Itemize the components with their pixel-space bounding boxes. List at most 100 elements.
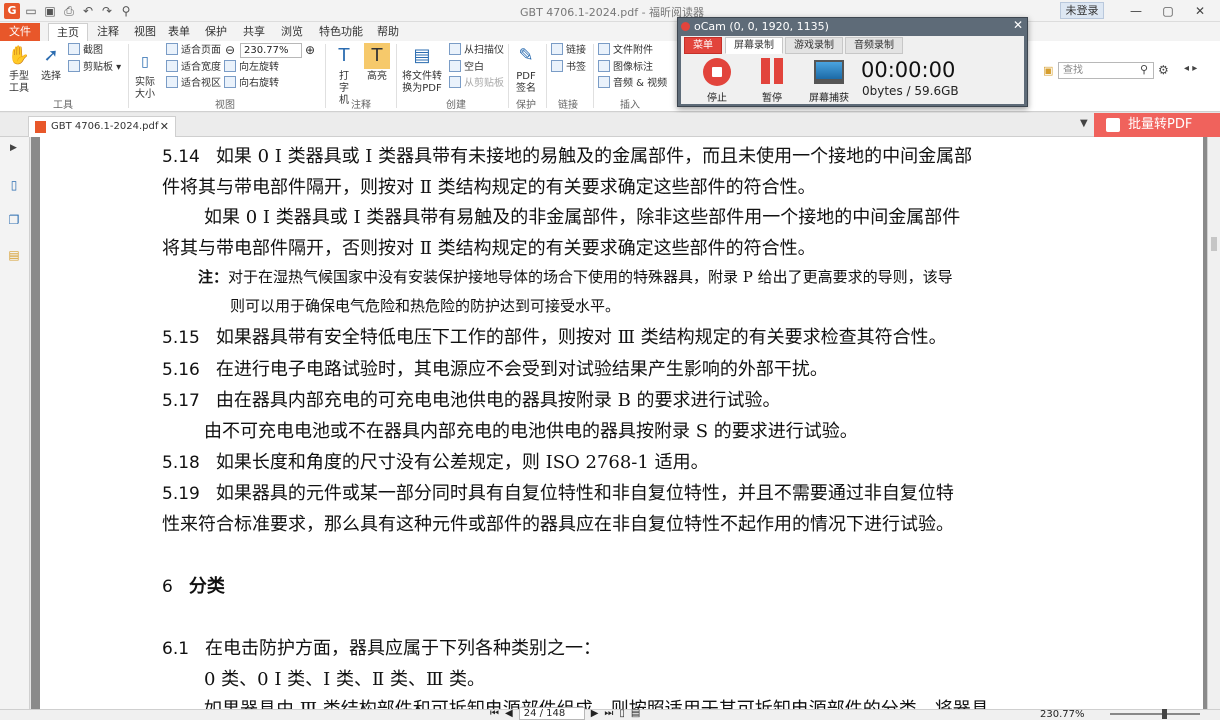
tab-list-dropdown-icon[interactable]: ▼ — [1080, 118, 1088, 129]
tab-features[interactable]: 特色功能 — [314, 23, 368, 41]
text-line: 5.18 如果长度和角度的尺寸没有公差规定，则 ISO 2768-1 适用。 — [162, 452, 709, 473]
batch-convert-icon — [1106, 118, 1120, 132]
save-icon[interactable]: ▣ — [42, 3, 58, 19]
zoom-out-icon[interactable]: ⊖ — [225, 43, 235, 58]
tab-view[interactable]: 视图 — [130, 23, 160, 41]
continuous-page-icon[interactable]: ▤ — [631, 708, 640, 719]
maximize-icon[interactable]: ▢ — [1152, 1, 1184, 21]
select-tool-button[interactable]: ➚ 选择 — [38, 43, 64, 83]
snapshot-button[interactable]: 截图 — [68, 43, 103, 58]
file-attachment-button[interactable]: 文件附件 — [598, 43, 653, 58]
tab-help[interactable]: 帮助 — [372, 23, 404, 41]
tab-protect[interactable]: 保护 — [200, 23, 232, 41]
tab-share[interactable]: 共享 — [238, 23, 270, 41]
ocam-tab-menu[interactable]: 菜单 — [684, 37, 722, 54]
cursor-icon: ➚ — [43, 45, 59, 66]
ocam-tab-audio-record[interactable]: 音频录制 — [845, 37, 903, 54]
status-bar: ⏮ ◀ 24 / 148 ▶ ⏭ ▯ ▤ 230.77% — [0, 707, 1220, 720]
prev-page-icon[interactable]: ◀ — [505, 708, 513, 719]
clipboard-paste-icon — [449, 76, 461, 88]
ocam-tab-screen-record[interactable]: 屏幕录制 — [725, 37, 783, 54]
link-button[interactable]: 链接 — [551, 43, 586, 58]
status-zoom-level[interactable]: 230.77% — [1040, 709, 1085, 720]
gear-icon[interactable]: ⚙ — [1158, 63, 1169, 77]
fit-width-icon — [166, 60, 178, 72]
from-clipboard-button[interactable]: 从剪贴板 — [449, 76, 504, 91]
fit-width-button[interactable]: 适合宽度 — [166, 60, 221, 75]
section-heading: 6 分类 — [162, 576, 225, 597]
typewriter-icon: T — [338, 45, 350, 66]
ocam-logo-icon — [681, 22, 690, 31]
tab-browse[interactable]: 浏览 — [276, 23, 308, 41]
bookmark-panel-icon[interactable]: ▯ — [6, 177, 22, 193]
clipboard-button[interactable]: 剪贴板 ▾ — [68, 60, 121, 75]
redo-icon[interactable]: ↷ — [99, 3, 115, 19]
rotate-right-button[interactable]: 向右旋转 — [224, 76, 279, 91]
ocam-tab-game-record[interactable]: 游戏录制 — [785, 37, 843, 54]
zoom-slider[interactable] — [1110, 709, 1200, 719]
ocam-pause-button[interactable]: 暂停 — [752, 58, 792, 104]
ribbon-collapse-icon[interactable]: ◂ ▸ — [1184, 63, 1197, 74]
fit-page-button[interactable]: 适合页面 — [166, 43, 221, 58]
stamp-icon[interactable]: ⚲ — [118, 3, 134, 19]
open-icon[interactable]: ▭ — [23, 3, 39, 19]
vertical-scrollbar[interactable] — [1207, 137, 1220, 709]
ocam-close-icon[interactable]: ✕ — [1013, 18, 1023, 32]
page-number-input[interactable]: 24 / 148 — [518, 707, 585, 720]
comments-panel-icon[interactable]: ▤ — [6, 247, 22, 263]
single-page-icon[interactable]: ▯ — [619, 708, 625, 719]
bookmark-button[interactable]: 书签 — [551, 60, 586, 75]
blank-page-button[interactable]: 空白 — [449, 60, 484, 75]
highlight-button[interactable]: T 高亮 — [363, 43, 391, 83]
group-label-annotate: 注释 — [351, 100, 371, 111]
text-line: 件将其与带电部件隔开，则按对 Ⅱ 类结构规定的有关要求确定这些部件的符合性。 — [162, 177, 816, 198]
ocam-stop-button[interactable]: 停止 — [697, 58, 737, 104]
ocam-capture-button[interactable]: 屏幕捕获 — [805, 58, 853, 104]
camera-icon — [68, 43, 80, 55]
actual-size-button[interactable]: ▯ 实际大小 — [132, 49, 158, 101]
audio-video-button[interactable]: 音频 & 视频 — [598, 76, 667, 91]
undo-icon[interactable]: ↶ — [80, 3, 96, 19]
print-icon[interactable]: ⎙ — [61, 3, 77, 19]
hand-tool-button[interactable]: ✋ 手型工具 — [4, 43, 34, 95]
tab-file[interactable]: 文件 — [0, 23, 40, 41]
expand-sidebar-icon[interactable]: ▶ — [10, 143, 17, 153]
convert-to-pdf-button[interactable]: ▤ 将文件转换为PDF — [400, 43, 444, 95]
zoom-input[interactable]: 230.77% — [240, 43, 302, 58]
note-line: 则可以用于确保电气危险和热危险的防护达到可接受水平。 — [230, 297, 621, 315]
pdf-sign-button[interactable]: ✎ PDF签名 — [512, 43, 540, 95]
tab-annotate[interactable]: 注释 — [92, 23, 124, 41]
close-tab-icon[interactable]: ✕ — [160, 117, 169, 136]
fit-view-button[interactable]: 适合视区 — [166, 76, 221, 91]
zoom-in-icon[interactable]: ⊕ — [305, 43, 315, 58]
text-line: 0 类、0 Ⅰ 类、Ⅰ 类、Ⅱ 类、Ⅲ 类。 — [204, 669, 486, 690]
close-icon[interactable]: ✕ — [1184, 1, 1216, 21]
document-viewer[interactable]: 5.14 如果 0 Ⅰ 类器具或 Ⅰ 类器具带有未接地的易触及的金属部件，而且未使… — [31, 137, 1207, 709]
tab-home[interactable]: 主页 — [48, 23, 88, 41]
folder-search-icon[interactable]: ▣ — [1043, 64, 1053, 77]
minimize-icon[interactable]: — — [1120, 1, 1152, 21]
ribbon-divider — [325, 44, 326, 108]
group-label-create: 创建 — [446, 100, 466, 111]
next-page-icon[interactable]: ▶ — [591, 708, 599, 719]
login-button[interactable]: 未登录 — [1060, 2, 1104, 19]
first-page-icon[interactable]: ⏮ — [490, 708, 499, 719]
pages-panel-icon[interactable]: ❐ — [6, 212, 22, 228]
navigation-sidebar: ▶ ▯ ❐ ▤ — [0, 137, 30, 709]
ribbon-divider — [128, 44, 129, 108]
zoom-slider-knob[interactable] — [1162, 709, 1167, 719]
rotate-left-button[interactable]: 向左旋转 — [224, 60, 279, 75]
batch-convert-button[interactable]: 批量转PDF — [1094, 113, 1220, 137]
last-page-icon[interactable]: ⏭ — [604, 708, 613, 719]
document-tab[interactable]: GBT 4706.1-2024.pdf ✕ — [28, 116, 176, 137]
quick-access-toolbar: G ▭ ▣ ⎙ ↶ ↷ ⚲ — [4, 3, 134, 19]
image-annotation-button[interactable]: 图像标注 — [598, 60, 653, 75]
document-tab-bar: GBT 4706.1-2024.pdf ✕ ▼ 批量转PDF — [0, 113, 1220, 137]
search-icon[interactable]: ⚲ — [1140, 63, 1148, 76]
blank-page-icon — [449, 60, 461, 72]
pause-icon — [758, 58, 786, 86]
tab-form[interactable]: 表单 — [164, 23, 194, 41]
scrollbar-thumb[interactable] — [1211, 237, 1217, 251]
group-label-insert: 插入 — [620, 100, 640, 111]
from-scanner-button[interactable]: 从扫描仪 — [449, 43, 504, 58]
